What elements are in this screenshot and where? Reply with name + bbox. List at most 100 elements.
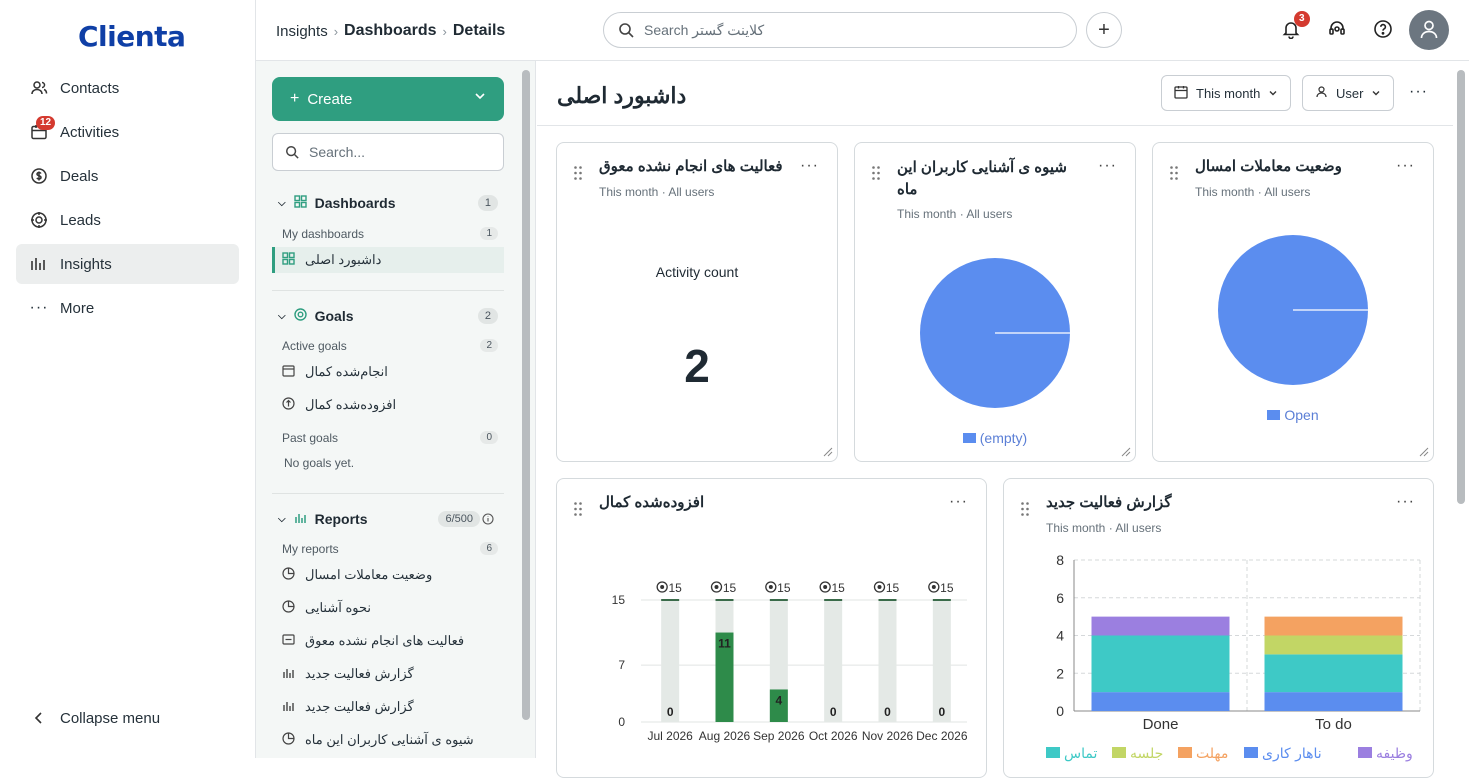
x-tick-label: Done [1143, 716, 1179, 733]
legend-swatch [1112, 747, 1126, 758]
legend-swatch [1267, 410, 1281, 420]
legend-swatch [1244, 747, 1258, 758]
dashboard-main: داشبورد اصلی This month User ··· فعالیت … [537, 61, 1455, 778]
stacked-bar-segment [1264, 635, 1403, 655]
dashboard-more-button[interactable]: ··· [1409, 83, 1428, 101]
goal-value-label: 15 [723, 581, 737, 595]
drag-handle-icon[interactable] [573, 165, 583, 181]
y-tick-label: 8 [1056, 552, 1064, 568]
drag-handle-icon[interactable] [1169, 165, 1179, 181]
pie-chart-icon [282, 567, 295, 583]
card-subtitle: This month · All users [897, 207, 1013, 221]
user-filter-button[interactable]: User [1302, 75, 1395, 111]
period-filter-button[interactable]: This month [1161, 75, 1292, 111]
goal-track-bar [932, 600, 951, 722]
legend-label: (empty) [979, 430, 1028, 446]
report-item-label: فعالیت های انجام نشده معوق [305, 633, 465, 648]
x-tick-label: To do [1315, 716, 1352, 733]
support-button[interactable] [1326, 19, 1348, 41]
legend-label: تماس [1064, 746, 1097, 762]
card-more-button[interactable]: ··· [1396, 157, 1415, 175]
chevron-down-icon[interactable] [474, 89, 486, 106]
card-more-button[interactable]: ··· [1098, 157, 1117, 175]
breadcrumb-dashboards[interactable]: Dashboards [344, 22, 436, 40]
card-more-button[interactable]: ··· [800, 157, 819, 175]
create-button[interactable]: + Create [272, 77, 504, 121]
report-item-label: گزارش فعالیت جدید [305, 699, 414, 714]
goal-item[interactable]: انجام‌شده کمال [282, 359, 500, 385]
report-item[interactable]: فعالیت های انجام نشده معوق [282, 628, 500, 654]
collapse-menu-button[interactable]: Collapse menu [16, 698, 239, 738]
goal-bar-chart: 0 7 15 0 15 Jul 2026 11 15 Aug 2026 4 15 Sep 2026 0 1… [612, 581, 968, 743]
report-item[interactable]: وضعیت معاملات امسال [282, 562, 500, 588]
report-item[interactable]: نحوه آشنایی [282, 595, 500, 621]
x-tick-label: Nov 2026 [862, 729, 914, 743]
notifications-badge: 3 [1294, 11, 1310, 27]
resize-handle-icon[interactable] [1121, 447, 1131, 457]
nav-item-leads[interactable]: Leads [16, 200, 239, 240]
report-item[interactable]: گزارش فعالیت جدید [282, 694, 500, 720]
report-item-label: وضعیت معاملات امسال [305, 567, 433, 582]
divider [272, 290, 504, 291]
nav-label-activities: Activities [60, 123, 120, 141]
resize-handle-icon[interactable] [823, 447, 833, 457]
notifications-button[interactable]: 3 [1280, 11, 1310, 41]
reports-section-header[interactable]: ⌵ Reports 6/500 [278, 511, 498, 527]
goal-progress-card: افزوده‌شده کمال ··· 0 7 15 0 15 Jul 2026 11 15 A… [556, 478, 987, 778]
divider [272, 493, 504, 494]
active-goals-count: 2 [480, 339, 498, 352]
pie-chart-icon [282, 600, 295, 616]
goal-target-icon [768, 585, 773, 589]
report-item[interactable]: شیوه ی آشنایی کاربران این ماه [282, 727, 500, 753]
goal-value-label: 15 [777, 581, 791, 595]
card-title: شیوه ی آشنایی کاربران این ماه [897, 159, 1067, 198]
pie-legend: Open [1153, 407, 1433, 423]
card-subtitle: This month · All users [1195, 185, 1311, 199]
nav-label-deals: Deals [60, 167, 99, 185]
panel-search-input[interactable]: Search... [272, 133, 504, 171]
help-button[interactable] [1372, 19, 1394, 41]
stacked-bar-segment [1264, 692, 1403, 711]
nav-item-deals[interactable]: Deals [16, 156, 239, 196]
dashboards-icon [293, 195, 307, 211]
goal-value-label: 15 [668, 581, 682, 595]
chevron-down-icon [1371, 86, 1381, 101]
nav-item-more[interactable]: ··· More [16, 288, 239, 328]
panel-scrollbar[interactable] [522, 70, 530, 720]
stacked-bar-segment [1264, 616, 1403, 636]
quick-add-button[interactable]: + [1086, 12, 1122, 48]
goal-item-label: افزوده‌شده کمال [305, 397, 397, 412]
goals-section-header[interactable]: ⌵ Goals 2 [278, 308, 498, 324]
dashboards-title: Dashboards [314, 195, 396, 211]
app-logo[interactable]: Clienta [78, 20, 186, 53]
resize-handle-icon[interactable] [1419, 447, 1429, 457]
drag-handle-icon[interactable] [871, 165, 881, 181]
breadcrumb-insights[interactable]: Insights [276, 23, 328, 40]
report-item-label: نحوه آشنایی [305, 600, 371, 615]
report-item[interactable]: گزارش فعالیت جدید [282, 661, 500, 687]
dashboards-section-header[interactable]: ⌵ Dashboards 1 [278, 195, 498, 211]
goal-target-icon [714, 585, 719, 589]
bar-chart-icon [294, 511, 307, 527]
dashboard-item[interactable]: داشبورد اصلی [272, 247, 504, 273]
x-tick-label: Aug 2026 [699, 729, 751, 743]
info-icon[interactable] [482, 512, 494, 528]
goal-item[interactable]: افزوده‌شده کمال [282, 392, 500, 418]
collapse-menu-label: Collapse menu [60, 709, 161, 727]
chevron-down-icon: ⌵ [278, 310, 286, 322]
user-avatar[interactable] [1409, 10, 1449, 50]
my-dashboards-header: My dashboards 1 [282, 227, 498, 241]
global-search-input[interactable]: Search کلاینت گستر [603, 12, 1077, 48]
overdue-activities-card: فعالیت های انجام نشده معوق This month · … [556, 142, 838, 462]
reports-title: Reports [314, 511, 368, 527]
deals-pie-chart [1218, 235, 1368, 385]
nav-item-insights[interactable]: Insights [16, 244, 239, 284]
user-icon [1418, 18, 1440, 43]
source-pie-chart [920, 258, 1070, 408]
nav-label-more: More [60, 299, 95, 317]
breadcrumb-details: Details [452, 22, 506, 39]
y-tick-label: 7 [618, 658, 625, 672]
nav-item-contacts[interactable]: Contacts [16, 68, 239, 108]
nav-item-activities[interactable]: Activities 12 [16, 112, 239, 152]
main-scrollbar[interactable] [1457, 70, 1465, 504]
